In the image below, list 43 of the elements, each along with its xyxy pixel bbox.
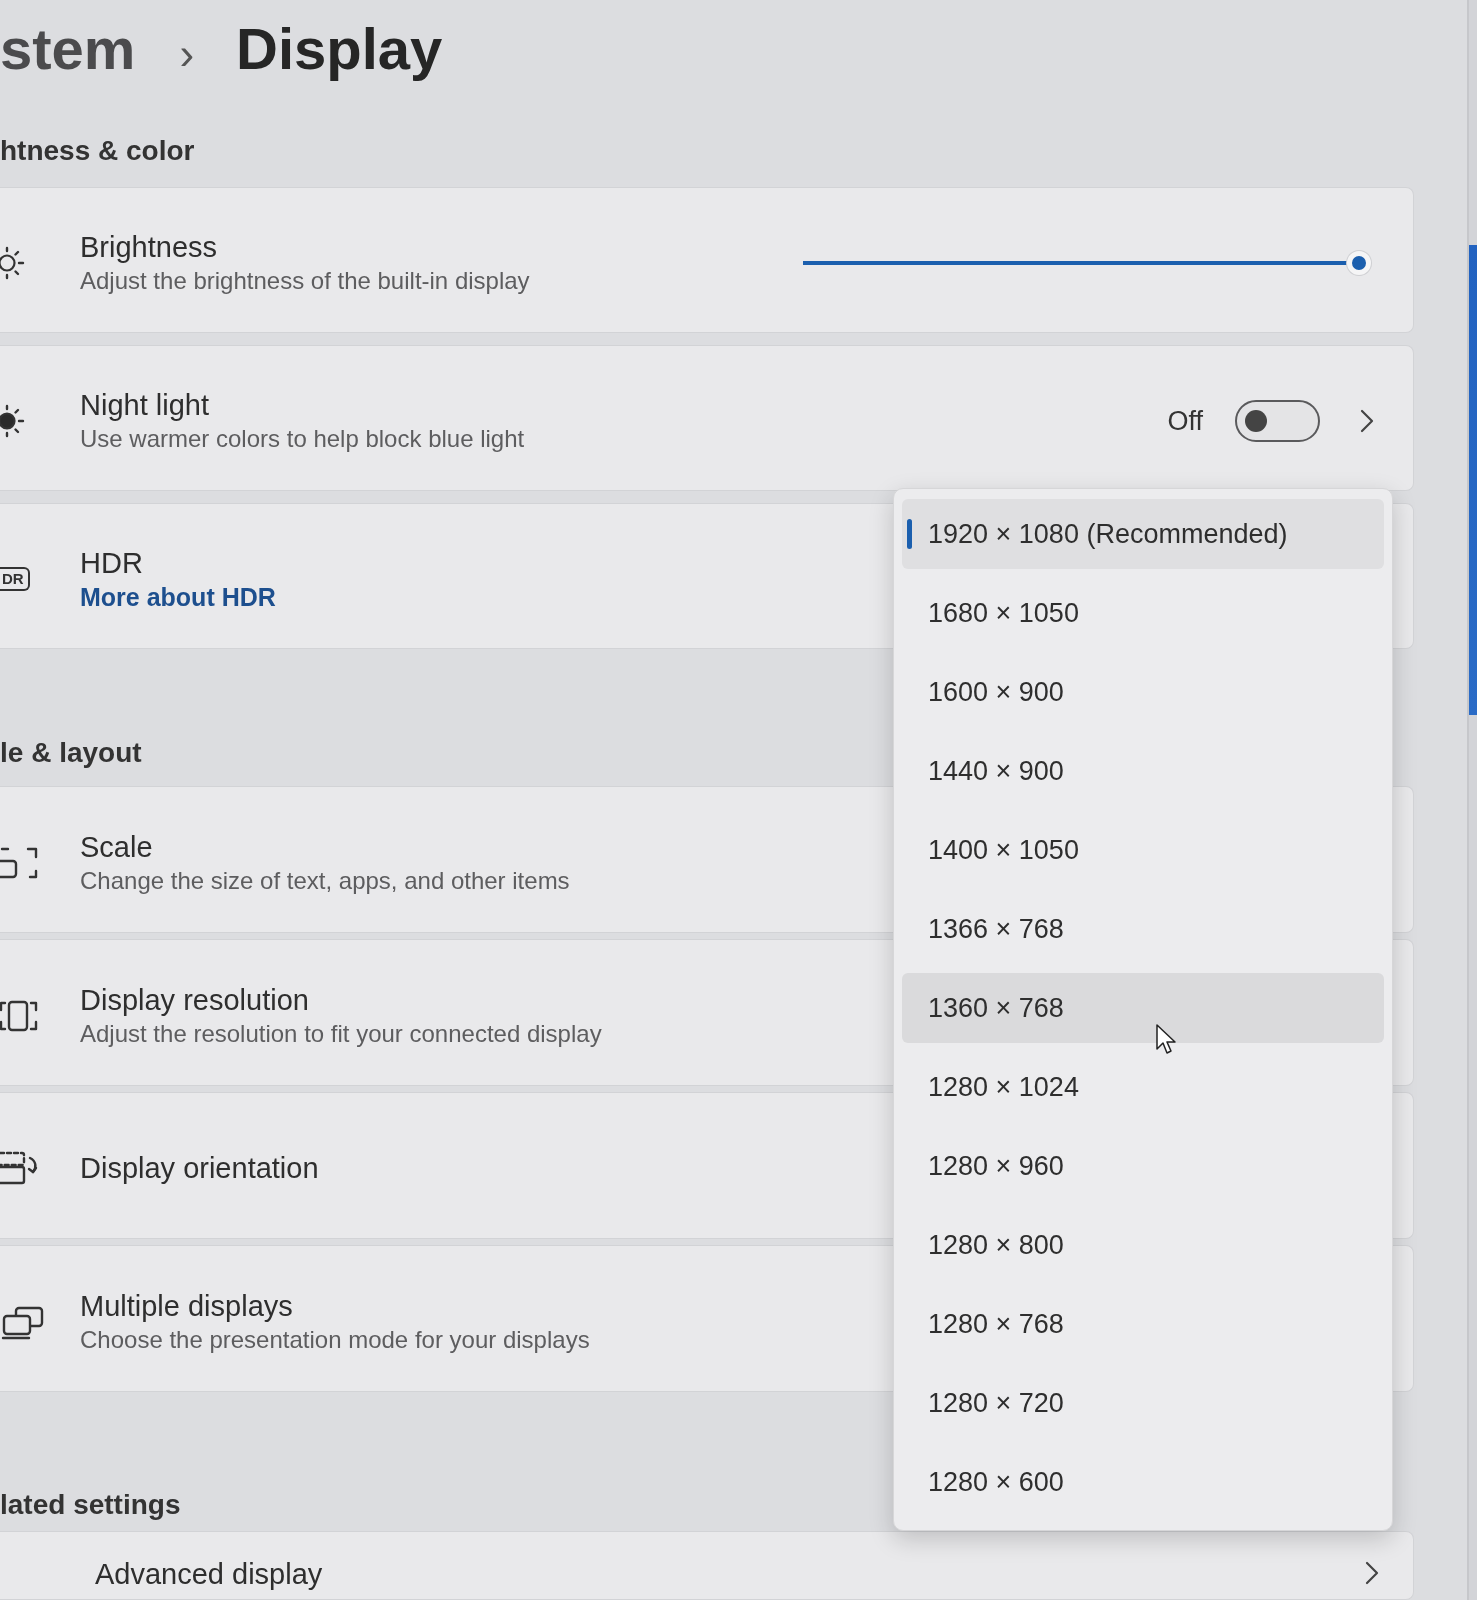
resolution-option[interactable]: 1280 × 1024 bbox=[902, 1052, 1384, 1122]
setting-title: Display resolution bbox=[80, 982, 309, 1018]
setting-title: Multiple displays bbox=[80, 1288, 293, 1324]
breadcrumb-link[interactable]: stem bbox=[0, 16, 136, 81]
setting-description: Change the size of text, apps, and other items bbox=[80, 865, 570, 896]
resolution-option[interactable]: 1440 × 900 bbox=[902, 736, 1384, 806]
resolution-option[interactable]: 1280 × 720 bbox=[902, 1368, 1384, 1438]
selection-marker-icon bbox=[907, 519, 912, 549]
resolution-option[interactable]: 1680 × 1050 bbox=[902, 578, 1384, 648]
setting-title: Advanced display bbox=[95, 1557, 323, 1592]
brightness-slider[interactable] bbox=[803, 251, 1371, 275]
setting-title: HDR bbox=[80, 545, 143, 581]
slider-thumb[interactable] bbox=[1347, 251, 1371, 275]
setting-title: Scale bbox=[80, 829, 153, 865]
resolution-option[interactable]: 1360 × 768 bbox=[902, 973, 1384, 1043]
section-heading: le & layout bbox=[0, 737, 142, 769]
section-heading: htness & color bbox=[0, 135, 195, 167]
resolution-option[interactable]: 1400 × 1050 bbox=[902, 815, 1384, 885]
setting-title: Night light bbox=[80, 388, 209, 423]
resolution-option[interactable]: 1920 × 1080 (Recommended) bbox=[902, 499, 1384, 569]
breadcrumb-separator: › bbox=[179, 29, 195, 78]
toggle-switch[interactable] bbox=[1235, 400, 1320, 442]
setting-description: Adjust the brightness of the built-in display bbox=[80, 266, 530, 296]
resolution-option[interactable]: 1600 × 900 bbox=[902, 657, 1384, 727]
resolution-option[interactable]: 1280 × 960 bbox=[902, 1131, 1384, 1201]
hdr-link[interactable]: More about HDR bbox=[80, 580, 276, 613]
resolution-option[interactable]: 1280 × 768 bbox=[902, 1289, 1384, 1359]
resolution-option[interactable]: 1280 × 600 bbox=[902, 1447, 1384, 1517]
setting-title: Display orientation bbox=[80, 1151, 319, 1186]
page-title: Display bbox=[236, 16, 443, 81]
setting-card[interactable]: Advanced display bbox=[0, 1531, 1414, 1600]
chevron-right-icon[interactable] bbox=[1360, 409, 1374, 433]
setting-description: Choose the presentation mode for your displays bbox=[80, 1324, 590, 1355]
hdr-icon: DR bbox=[0, 567, 30, 591]
cursor-arrow-icon bbox=[1156, 1024, 1178, 1054]
setting-title: Brightness bbox=[80, 230, 217, 265]
chevron-right-icon[interactable] bbox=[1365, 1561, 1379, 1585]
section-heading: lated settings bbox=[0, 1489, 181, 1521]
setting-description: Adjust the resolution to fit your connected display bbox=[80, 1018, 602, 1049]
toggle-state-label: Off bbox=[1167, 404, 1203, 438]
setting-description: Use warmer colors to help block blue light bbox=[80, 424, 525, 454]
resolution-option[interactable]: 1366 × 768 bbox=[902, 894, 1384, 964]
resolution-option[interactable]: 1280 × 800 bbox=[902, 1210, 1384, 1280]
